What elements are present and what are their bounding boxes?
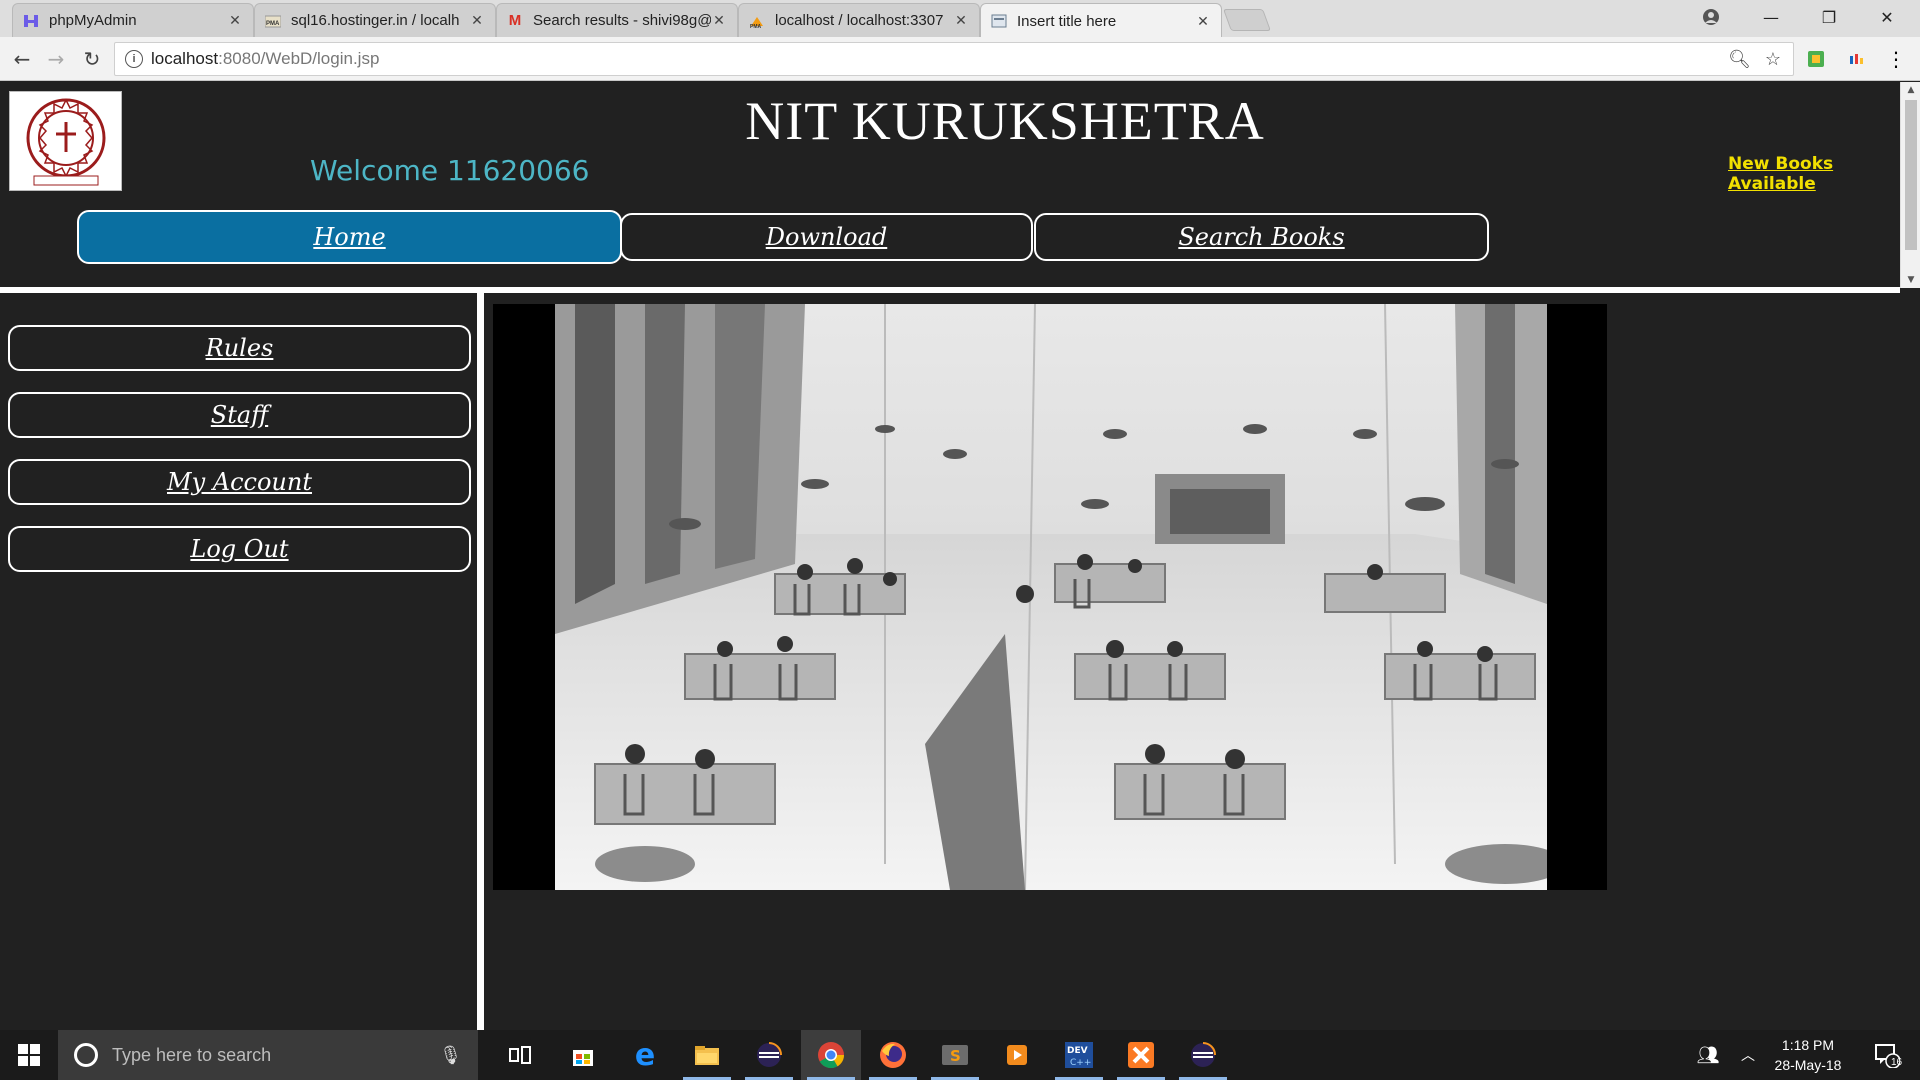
bookmark-star-icon[interactable]: ☆ [1765, 49, 1781, 70]
phpmyadmin-icon [23, 13, 39, 29]
file-explorer-icon[interactable] [677, 1030, 737, 1080]
nit-logo [9, 91, 122, 191]
browser-toolbar: ← → ↻ i localhost:8080/WebD/login.jsp 🔍︎… [0, 37, 1920, 81]
chrome-icon[interactable] [801, 1030, 861, 1080]
library-photo [555, 304, 1547, 890]
close-tab-icon[interactable]: ✕ [469, 12, 485, 29]
page-icon [991, 13, 1007, 29]
pma-icon: PMA [749, 13, 765, 29]
sidebar-divider [477, 293, 484, 1030]
svg-text:C++: C++ [1070, 1058, 1091, 1068]
tab-title: Search results - shivi98g@ [533, 12, 711, 29]
task-view-icon[interactable] [490, 1030, 550, 1080]
nav-download[interactable]: Download [620, 213, 1033, 261]
back-icon[interactable]: ← [8, 45, 36, 73]
eclipse-icon[interactable] [739, 1030, 799, 1080]
welcome-message: Welcome 11620066 [310, 154, 590, 187]
url-path: :8080/WebD/login.jsp [218, 49, 380, 68]
restore-icon[interactable]: ❐ [1800, 0, 1858, 34]
svg-text:PMA: PMA [750, 24, 762, 29]
svg-text:PMA: PMA [266, 21, 280, 27]
close-tab-icon[interactable]: ✕ [227, 12, 243, 29]
media-player-icon[interactable] [987, 1030, 1047, 1080]
svg-text:S: S [950, 1047, 961, 1065]
nav-search-books[interactable]: Search Books [1034, 213, 1489, 261]
gmail-icon: M [508, 12, 522, 29]
clock-date: 28-May-18 [1774, 1057, 1842, 1073]
sidebar-item-rules[interactable]: Rules [8, 325, 471, 371]
browser-tab-phpmyadmin[interactable]: phpMyAdmin ✕ [12, 3, 254, 37]
new-tab-button[interactable] [1222, 9, 1272, 31]
extension-icon[interactable] [1846, 49, 1866, 69]
pma-icon: PMA [265, 13, 281, 29]
scroll-down-icon[interactable]: ▼ [1901, 272, 1920, 288]
scroll-thumb[interactable] [1905, 100, 1917, 250]
new-books-link[interactable]: New Books Available [1728, 154, 1920, 194]
devcpp-icon[interactable]: DEV C++ [1049, 1030, 1109, 1080]
eclipse-icon[interactable] [1173, 1030, 1233, 1080]
taskbar-search-box[interactable]: Type here to search 🎙︎ [58, 1030, 478, 1080]
header-divider [0, 287, 1900, 293]
edge-icon[interactable]: e [615, 1030, 675, 1080]
chrome-menu-icon[interactable]: ⋮ [1886, 47, 1906, 71]
sidebar-item-my-account[interactable]: My Account [8, 459, 471, 505]
url-host: localhost [151, 49, 219, 68]
firefox-icon[interactable] [863, 1030, 923, 1080]
close-window-icon[interactable]: ✕ [1858, 0, 1916, 34]
page-viewport: NIT KURUKSHETRA Welcome 11620066 New Boo… [0, 82, 1920, 1030]
svg-text:DEV: DEV [1067, 1046, 1088, 1056]
minimize-icon[interactable]: — [1742, 0, 1800, 34]
tab-title: sql16.hostinger.in / localh [291, 12, 460, 29]
system-clock[interactable]: 1:18 PM 28-May-18 [1766, 1035, 1850, 1075]
close-tab-icon[interactable]: ✕ [953, 12, 969, 29]
tab-title: localhost / localhost:3307 [775, 12, 944, 29]
xampp-icon[interactable] [1111, 1030, 1171, 1080]
tab-title: phpMyAdmin [49, 12, 137, 29]
reload-icon[interactable]: ↻ [78, 45, 106, 73]
browser-tab-localhost[interactable]: PMA localhost / localhost:3307 ✕ [738, 3, 980, 37]
extension-icon[interactable] [1806, 49, 1826, 69]
zoom-icon[interactable]: 🔍︎ [1728, 49, 1751, 70]
notification-count-badge: 16 [1891, 1057, 1903, 1068]
sidebar-item-staff[interactable]: Staff [8, 392, 471, 438]
sidebar-item-log-out[interactable]: Log Out [8, 526, 471, 572]
close-tab-icon[interactable]: ✕ [1195, 13, 1211, 30]
people-icon[interactable]: 👥︎ [1690, 1030, 1726, 1080]
page-title: NIT KURUKSHETRA [745, 91, 1265, 151]
site-info-icon[interactable]: i [125, 50, 143, 68]
clock-time: 1:18 PM [1781, 1037, 1835, 1053]
taskbar-search-placeholder: Type here to search [112, 1044, 272, 1065]
cortana-icon [74, 1043, 98, 1067]
page-scrollbar[interactable]: ▲ ▼ [1900, 82, 1920, 288]
address-bar[interactable]: i localhost:8080/WebD/login.jsp 🔍︎ ☆ [114, 42, 1794, 76]
show-hidden-icons-icon[interactable]: ︿ [1734, 1030, 1762, 1080]
browser-tab-strip: phpMyAdmin ✕ PMA sql16.hostinger.in / lo… [0, 0, 1920, 38]
forward-icon[interactable]: → [42, 45, 70, 73]
sublime-text-icon[interactable]: S [925, 1030, 985, 1080]
action-center-icon[interactable]: 16 [1862, 1030, 1912, 1080]
tab-title: Insert title here [1017, 12, 1117, 30]
store-icon[interactable] [553, 1030, 613, 1080]
browser-tab-gmail[interactable]: M Search results - shivi98g@ ✕ [496, 3, 738, 37]
microphone-icon[interactable]: 🎙︎ [439, 1045, 462, 1066]
browser-tab-sql16[interactable]: PMA sql16.hostinger.in / localh ✕ [254, 3, 496, 37]
windows-taskbar: Type here to search 🎙︎ e S DEV C++ 👥︎ ︿ 1… [0, 1030, 1920, 1080]
scroll-up-icon[interactable]: ▲ [1901, 82, 1920, 98]
close-tab-icon[interactable]: ✕ [711, 12, 727, 29]
nav-home[interactable]: Home [77, 210, 622, 264]
library-photo-frame [493, 304, 1607, 890]
browser-tab-insert-title[interactable]: Insert title here ✕ [980, 3, 1222, 38]
profile-icon[interactable] [1682, 0, 1740, 34]
windows-start-icon[interactable] [0, 1030, 58, 1080]
